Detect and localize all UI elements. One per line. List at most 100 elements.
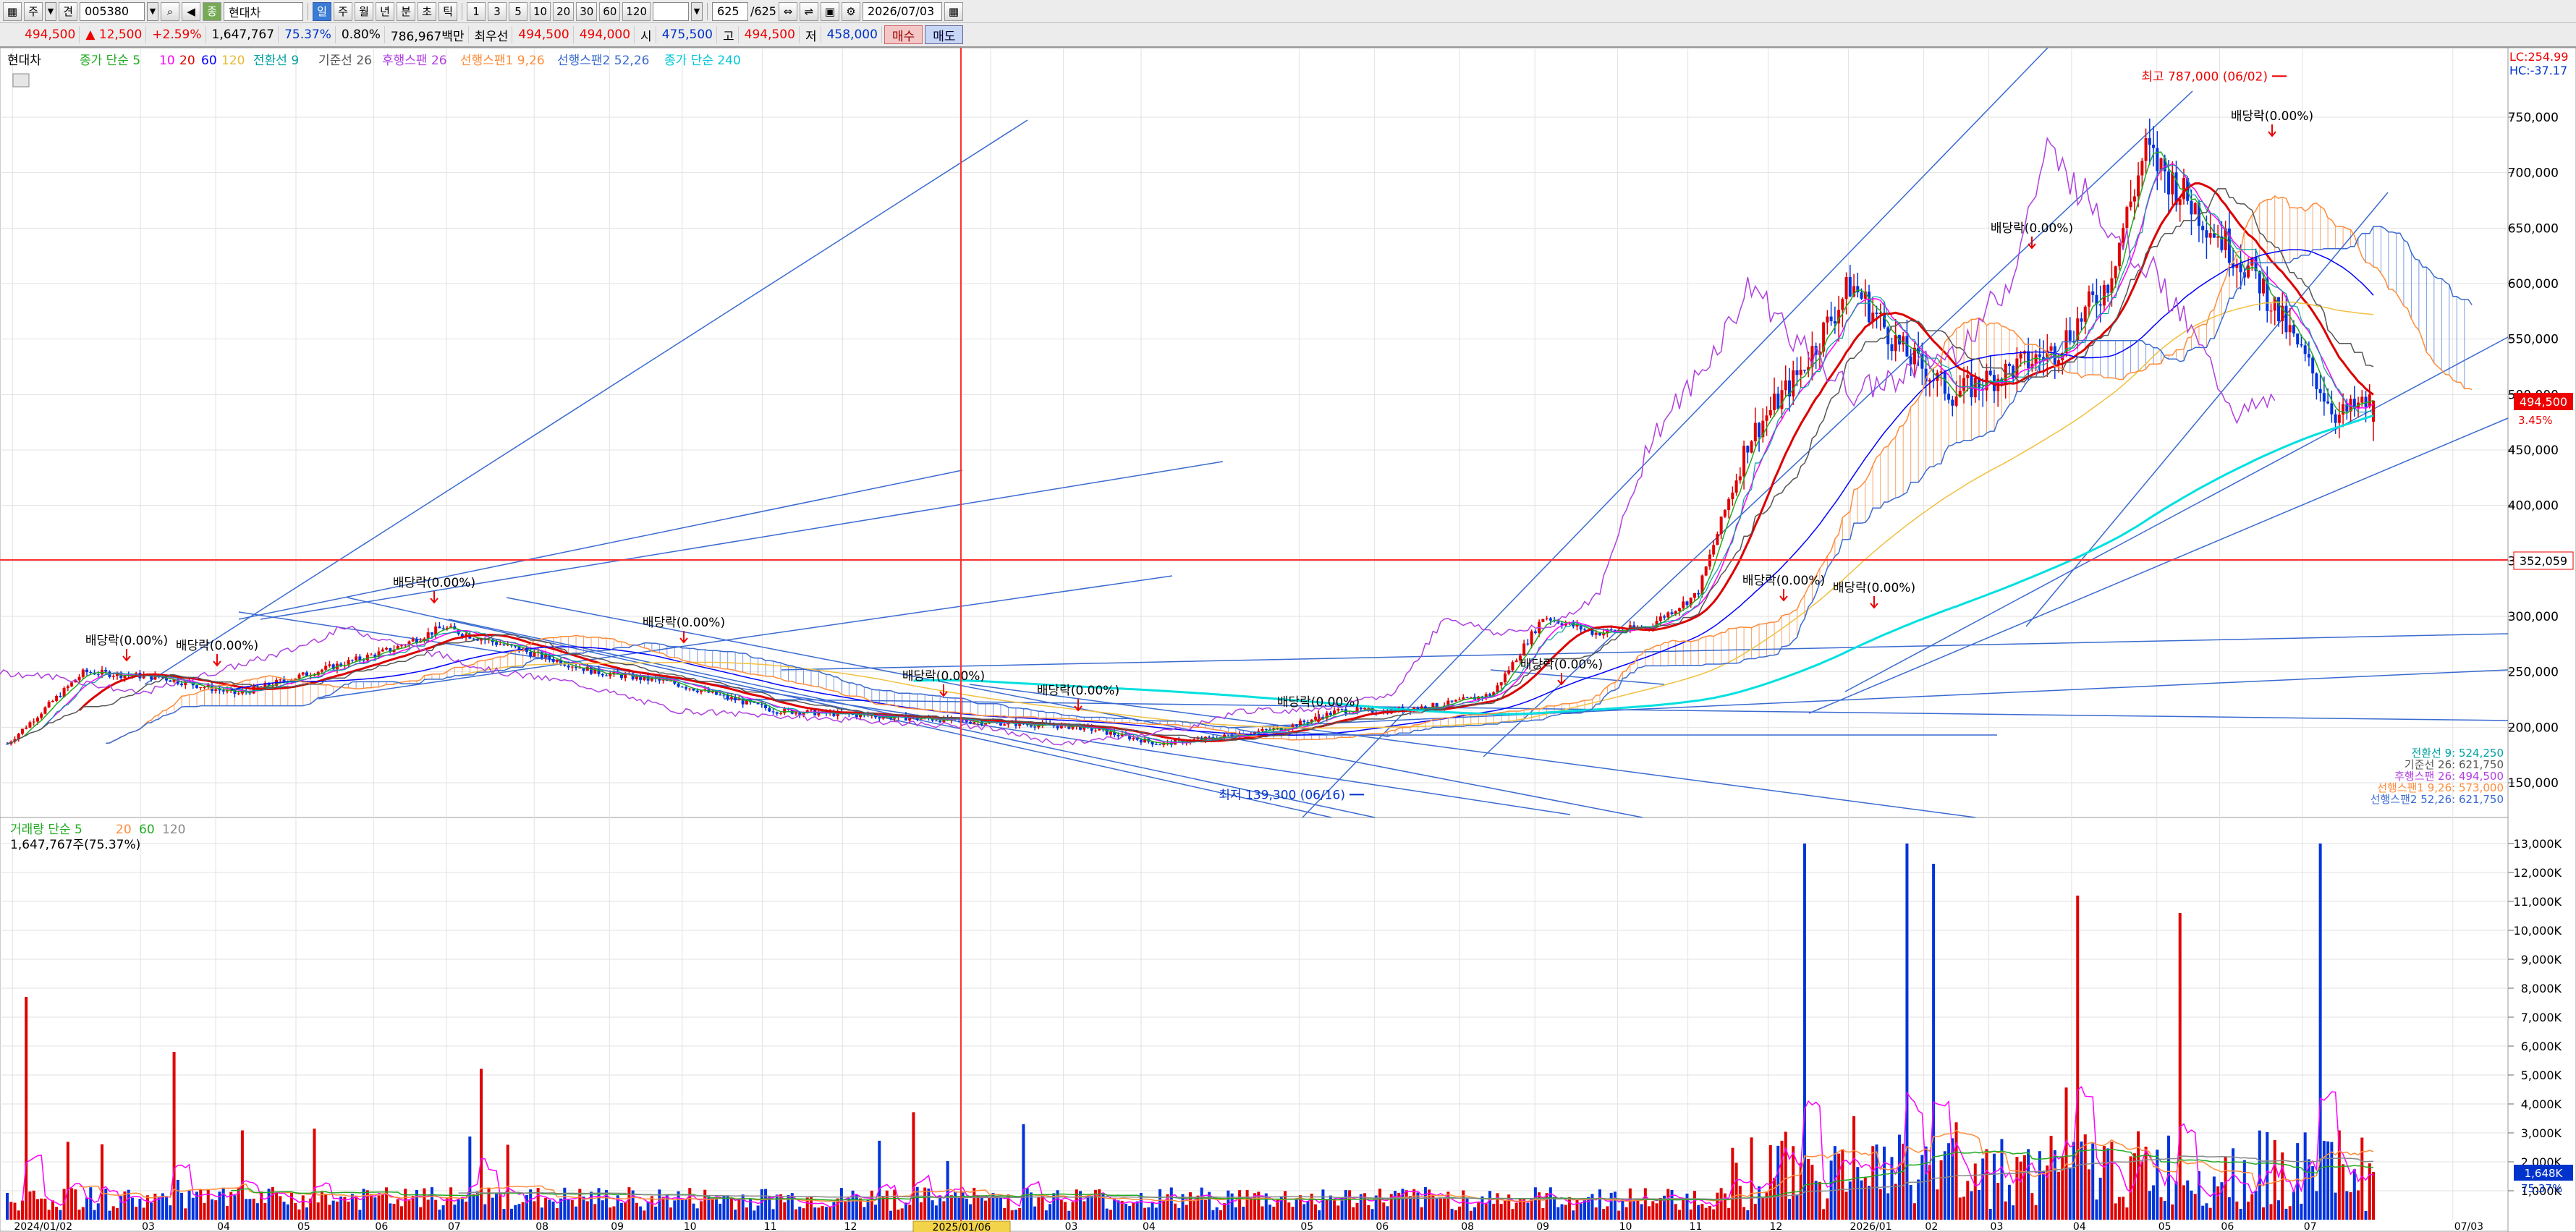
legend-ma10[interactable]: 10 bbox=[159, 54, 175, 68]
candle-body bbox=[221, 690, 225, 692]
volume-bar bbox=[685, 1199, 688, 1220]
chevron-down-icon[interactable]: ▼ bbox=[45, 1, 56, 21]
minute-10-button[interactable]: 10 bbox=[530, 1, 551, 21]
volume-legend-ma60[interactable]: 60 bbox=[139, 823, 155, 837]
period-week-button[interactable]: 주 bbox=[334, 1, 352, 21]
volume-bar bbox=[2247, 1202, 2250, 1220]
layout-icon[interactable]: ▦ bbox=[3, 1, 22, 21]
volume-bar bbox=[358, 1210, 362, 1220]
volume-bar bbox=[2049, 1136, 2053, 1220]
date-tick-label: 07 bbox=[2304, 1221, 2317, 1232]
volume-bar bbox=[957, 1197, 961, 1220]
volume-bar bbox=[2064, 1087, 2068, 1220]
volume-bar bbox=[108, 1210, 111, 1220]
legend-ma240[interactable]: 종가 단순 240 bbox=[664, 54, 741, 68]
code-dropdown-icon[interactable]: ▼ bbox=[147, 1, 158, 21]
minute-1-button[interactable]: 1 bbox=[467, 1, 486, 21]
price-panel[interactable] bbox=[0, 48, 2509, 818]
minute-3-button[interactable]: 3 bbox=[488, 1, 507, 21]
speaker-icon[interactable]: ◀ bbox=[182, 1, 200, 21]
badge-icon: 종 bbox=[203, 1, 221, 21]
legend-base[interactable]: 기준선 26 bbox=[318, 54, 372, 68]
legend-ma60[interactable]: 60 bbox=[201, 54, 217, 68]
candle-body bbox=[1833, 320, 1836, 324]
volume-bar bbox=[1878, 1189, 1882, 1220]
candle-body bbox=[2322, 393, 2326, 402]
volume-bar bbox=[1306, 1201, 1310, 1220]
sell-button[interactable]: 매도 bbox=[925, 25, 964, 44]
legend-conversion[interactable]: 전환선 9 bbox=[253, 54, 299, 68]
volume-bar bbox=[2330, 1142, 2334, 1220]
period-year-button[interactable]: 년 bbox=[376, 1, 394, 21]
gear-icon[interactable]: ⚙ bbox=[841, 1, 860, 21]
minute-20-button[interactable]: 20 bbox=[553, 1, 575, 21]
minute-30-button[interactable]: 30 bbox=[576, 1, 598, 21]
volume-bar bbox=[1033, 1206, 1037, 1220]
candle-body bbox=[2148, 138, 2151, 145]
volume-bar bbox=[66, 1142, 69, 1220]
date-tick-label: 09 bbox=[611, 1221, 624, 1232]
volume-bar bbox=[389, 1203, 392, 1220]
count-input[interactable]: 625 bbox=[712, 1, 749, 21]
mode-button[interactable]: 견 bbox=[59, 1, 77, 21]
volume-bar bbox=[210, 1199, 213, 1220]
date-input[interactable]: 2026/07/03 bbox=[862, 1, 942, 21]
calendar-icon[interactable]: ▦ bbox=[944, 1, 963, 21]
volume-bar bbox=[1658, 1197, 1662, 1220]
legend-ma5[interactable]: 종가 단순 5 bbox=[80, 54, 140, 68]
save-icon[interactable]: ▣ bbox=[820, 1, 839, 21]
volume-bar bbox=[703, 1189, 707, 1220]
volume-bar bbox=[2076, 896, 2080, 1220]
volume-bar bbox=[1716, 1192, 1719, 1220]
volume-bar bbox=[2022, 1155, 2026, 1220]
volume-legend-ma5[interactable]: 거래량 단순 5 bbox=[10, 823, 82, 837]
price-volume-chart[interactable]: 최고 787,000 (06/02) 최저 139,300 (06/16) 배당락(… bbox=[0, 48, 2576, 1232]
legend-leading2[interactable]: 선행스팬2 52,26 bbox=[557, 54, 649, 68]
volume-bar bbox=[1719, 1188, 1723, 1220]
legend-leading1[interactable]: 선행스팬1 9,26 bbox=[460, 54, 545, 68]
volume-legend-ma120[interactable]: 120 bbox=[162, 823, 185, 837]
candle-body bbox=[2182, 177, 2185, 200]
volume-bar bbox=[2360, 1137, 2364, 1220]
legend-toggle-icon[interactable] bbox=[12, 73, 30, 88]
candle-body bbox=[2269, 310, 2273, 312]
view-type-select[interactable]: 주 bbox=[24, 1, 43, 21]
volume-bar bbox=[1109, 1210, 1112, 1220]
period-month-button[interactable]: 월 bbox=[355, 1, 373, 21]
volume-bar bbox=[1632, 1200, 1636, 1220]
buy-button[interactable]: 매수 bbox=[884, 25, 923, 44]
minute-120-button[interactable]: 120 bbox=[622, 1, 651, 21]
volume-bar bbox=[1568, 1197, 1572, 1220]
legend-ma20[interactable]: 20 bbox=[179, 54, 195, 68]
volume-bar bbox=[1541, 1208, 1545, 1220]
period-second-button[interactable]: 초 bbox=[418, 1, 436, 21]
volume-bar bbox=[2117, 1197, 2121, 1220]
compress-icon[interactable]: ⇔ bbox=[778, 1, 797, 21]
interval-dropdown-icon[interactable]: ▼ bbox=[691, 1, 703, 21]
minute-5-button[interactable]: 5 bbox=[509, 1, 528, 21]
candle-body bbox=[2117, 242, 2121, 267]
stock-code-input[interactable]: 005380 bbox=[80, 1, 145, 21]
sync-icon[interactable]: ⇌ bbox=[799, 1, 818, 21]
legend-ma120[interactable]: 120 bbox=[221, 54, 245, 68]
search-icon[interactable]: ⌕ bbox=[161, 1, 179, 21]
volume-bar bbox=[980, 1197, 983, 1220]
period-day-button[interactable]: 일 bbox=[313, 1, 331, 21]
candle-body bbox=[1503, 674, 1507, 683]
volume-bar bbox=[172, 1052, 176, 1220]
custom-interval-input[interactable] bbox=[653, 1, 690, 21]
candle-body bbox=[2122, 228, 2125, 243]
volume-legend-ma20[interactable]: 20 bbox=[116, 823, 132, 837]
period-tick-button[interactable]: 틱 bbox=[438, 1, 457, 21]
volume-bar bbox=[305, 1207, 308, 1220]
volume-bar bbox=[316, 1202, 320, 1220]
minute-60-button[interactable]: 60 bbox=[599, 1, 621, 21]
period-minute-button[interactable]: 분 bbox=[397, 1, 415, 21]
volume-bar bbox=[1333, 1199, 1336, 1220]
volume-bar bbox=[1712, 1209, 1716, 1220]
stock-name-field[interactable]: 현대차 bbox=[224, 1, 303, 21]
volume-bar bbox=[1310, 1193, 1313, 1220]
volume-bar bbox=[1822, 1209, 1826, 1220]
candle-body bbox=[43, 707, 47, 714]
legend-lagging[interactable]: 후행스팬 26 bbox=[382, 54, 447, 68]
